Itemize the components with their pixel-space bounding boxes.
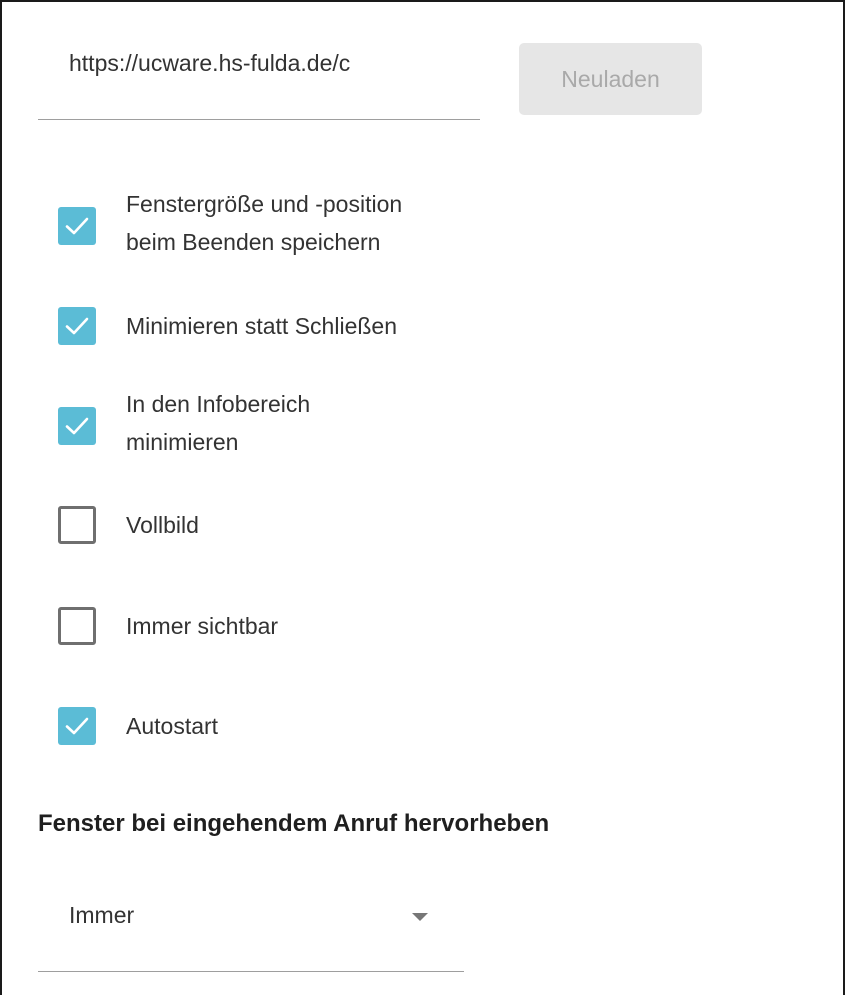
reload-button[interactable]: Neuladen xyxy=(519,43,702,115)
option-label: Autostart xyxy=(126,713,219,739)
check-icon xyxy=(65,217,89,235)
option-label: Minimieren statt Schließen xyxy=(126,313,397,339)
option-minimize-to-tray[interactable]: In den Infobereich minimieren xyxy=(58,385,518,461)
checkbox-fullscreen[interactable] xyxy=(58,506,96,544)
option-label: In den Infobereich minimieren xyxy=(126,391,311,455)
server-url-input[interactable] xyxy=(69,42,474,84)
settings-panel: Neuladen Fenstergröße und -position beim… xyxy=(0,0,845,995)
check-icon xyxy=(65,417,89,435)
highlight-section-title: Fenster bei eingehendem Anruf hervorhebe… xyxy=(38,810,550,837)
chevron-down-icon[interactable] xyxy=(412,913,428,921)
option-label: Vollbild xyxy=(126,512,199,538)
option-always-on-top[interactable]: Immer sichtbar xyxy=(58,607,518,645)
checkbox-always-on-top[interactable] xyxy=(58,607,96,645)
checkbox-minimize-to-tray[interactable] xyxy=(58,407,96,445)
option-fullscreen[interactable]: Vollbild xyxy=(58,506,518,544)
option-autostart[interactable]: Autostart xyxy=(58,707,518,745)
checkbox-save-window-geometry[interactable] xyxy=(58,207,96,245)
option-minimize-instead-of-close[interactable]: Minimieren statt Schließen xyxy=(58,307,518,345)
check-icon xyxy=(65,717,89,735)
server-url-field[interactable] xyxy=(38,42,480,120)
checkbox-minimize-instead-of-close[interactable] xyxy=(58,307,96,345)
checkbox-autostart[interactable] xyxy=(58,707,96,745)
select-value: Immer xyxy=(69,902,135,928)
option-label: Immer sichtbar xyxy=(126,613,279,639)
check-icon xyxy=(65,317,89,335)
highlight-select[interactable]: Immer xyxy=(38,882,464,972)
option-label: Fenstergröße und -position beim Beenden … xyxy=(126,191,403,255)
option-save-window-geometry[interactable]: Fenstergröße und -position beim Beenden … xyxy=(58,185,518,261)
